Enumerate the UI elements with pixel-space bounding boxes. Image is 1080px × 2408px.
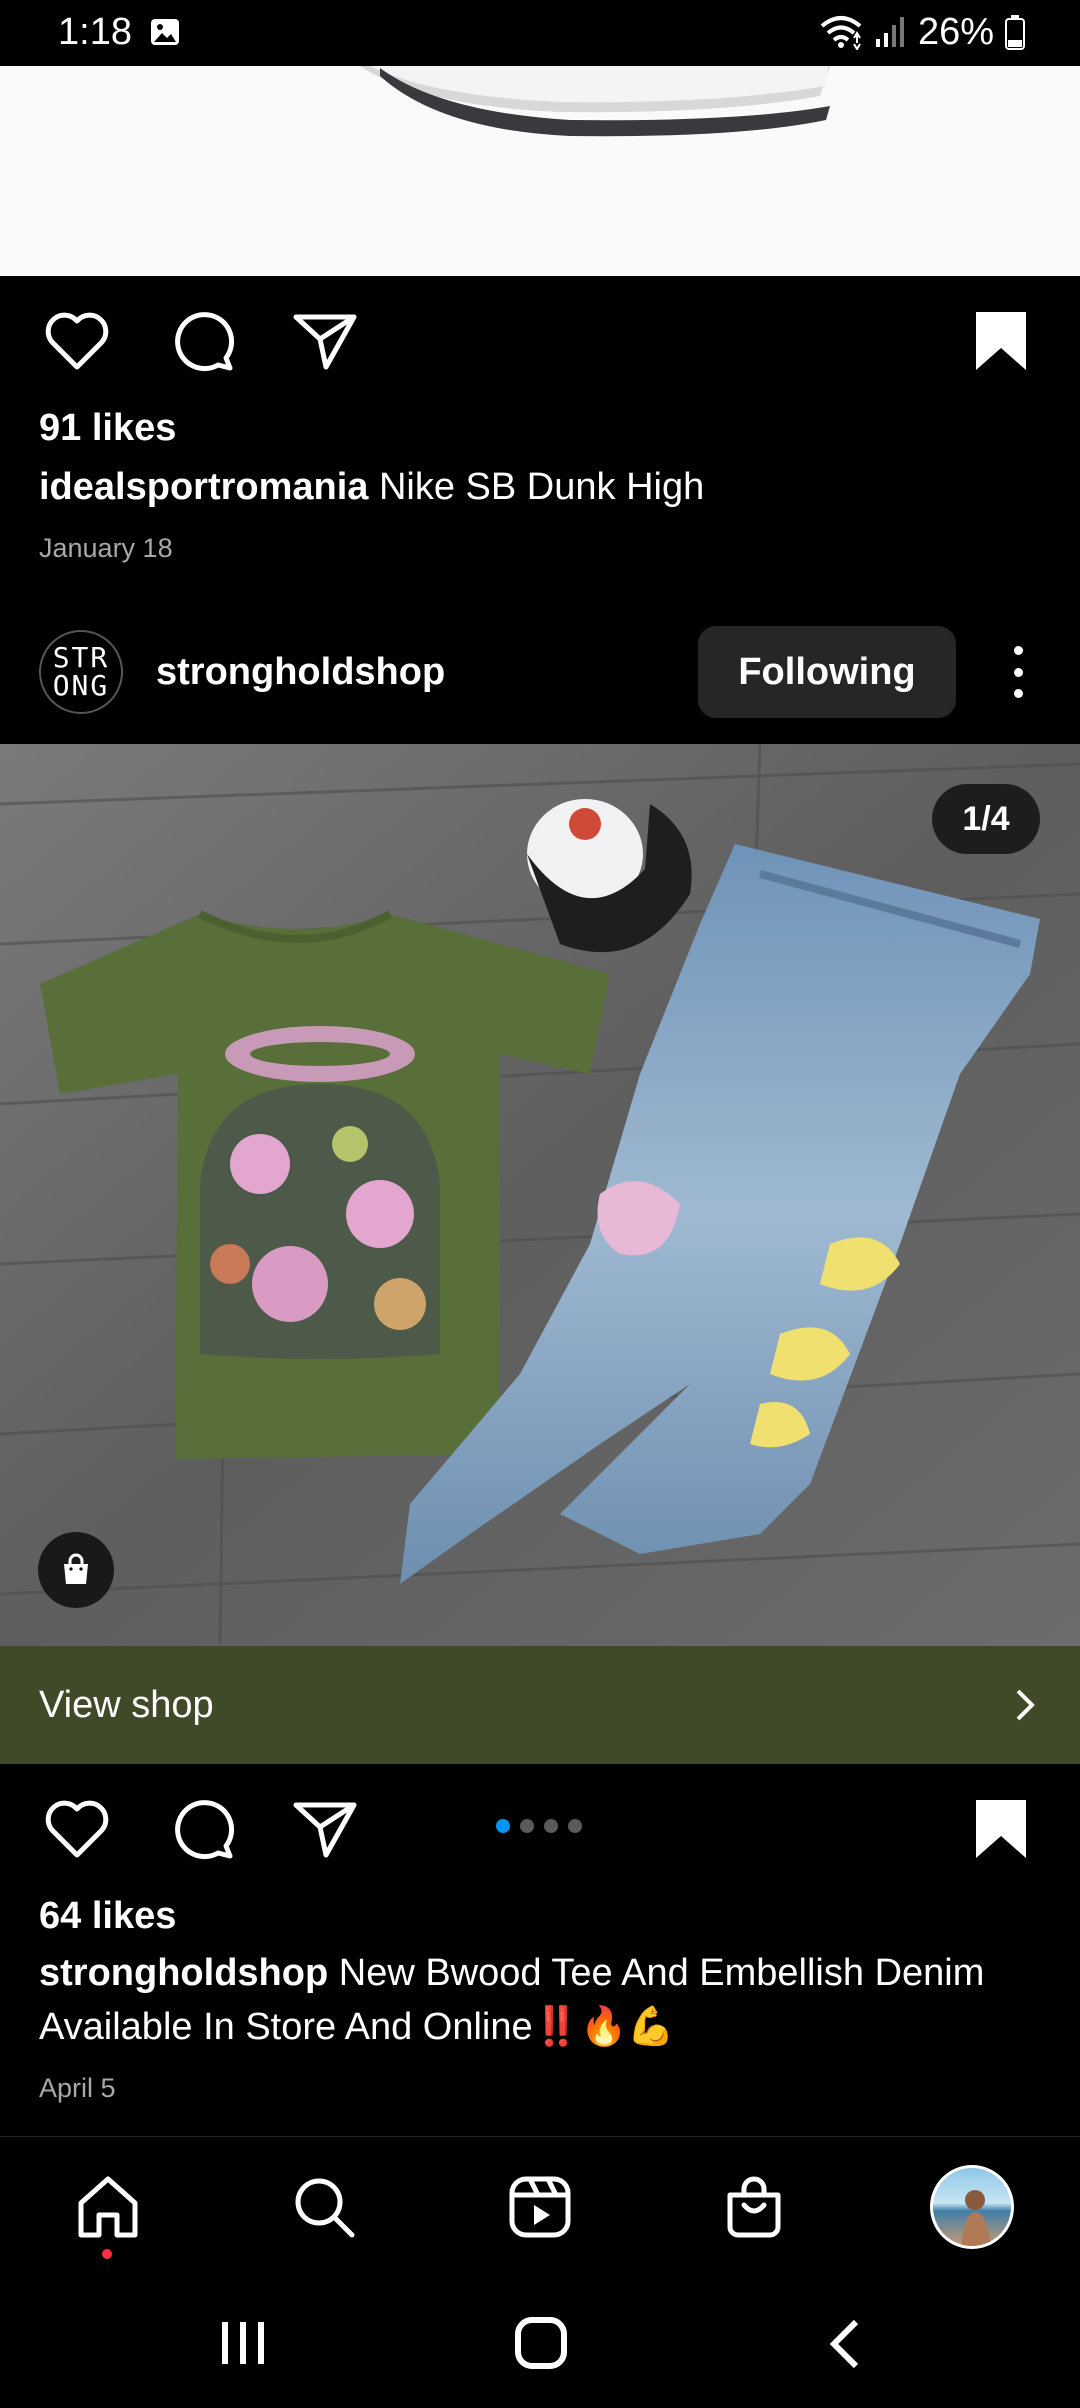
share-icon[interactable] [290,1794,360,1864]
bookmark-icon[interactable] [966,1794,1036,1864]
previous-post-likes[interactable]: 91 likes [39,404,176,452]
status-bar: 1:18 26% [0,0,1080,66]
carousel-dots [496,1819,582,1833]
previous-post-date: January 18 [39,533,173,563]
post-header: STR ONG strongholdshop Following [0,610,1080,734]
previous-post-image[interactable] [0,66,1080,276]
view-shop-label: View shop [39,1683,214,1726]
reels-icon[interactable] [500,2167,580,2247]
post-caption: strongholdshop New Bwood Tee And Embelli… [39,1946,1049,2054]
recent-apps-icon[interactable] [216,2316,272,2370]
post-image[interactable]: 1/4 [0,744,1080,1646]
gallery-icon [151,19,179,45]
profile-photo [961,2190,991,2246]
chevron-right-icon [1016,1689,1035,1721]
avatar-text-line2: ONG [52,669,110,702]
caption-username[interactable]: strongholdshop [39,1952,328,1994]
back-icon[interactable] [820,2316,872,2372]
signal-icon [875,17,904,47]
post-username[interactable]: strongholdshop [156,650,445,694]
system-navigation-bar [0,2276,1080,2408]
post-date: April 5 [39,2073,116,2103]
comment-icon[interactable] [168,306,238,376]
carousel-dot [520,1819,534,1833]
wifi-icon [820,16,862,50]
carousel-dot [568,1819,582,1833]
bookmark-icon[interactable] [966,306,1036,376]
status-right-group: 26% [818,10,1026,54]
heart-icon[interactable] [42,1794,112,1864]
following-button[interactable]: Following [698,626,956,718]
carousel-counter: 1/4 [932,784,1040,854]
previous-post-action-bar [0,276,1080,396]
avatar[interactable]: STR ONG [39,630,123,714]
search-icon[interactable] [284,2167,364,2247]
post-likes[interactable]: 64 likes [39,1892,176,1940]
view-shop-button[interactable]: View shop [0,1646,1080,1764]
shop-tag-icon[interactable] [38,1532,114,1608]
carousel-dot [544,1819,558,1833]
previous-post-caption: idealsportromania Nike SB Dunk High [39,460,1049,514]
battery-icon [1005,15,1025,50]
home-system-icon[interactable] [512,2316,572,2372]
outfit-photo [0,744,1080,1646]
shop-icon[interactable] [714,2167,794,2247]
more-options-icon[interactable] [1000,638,1036,706]
home-icon[interactable] [68,2167,148,2247]
status-time: 1:18 [58,11,132,53]
caption-text: Nike SB Dunk High [368,466,705,508]
comment-icon[interactable] [168,1794,238,1864]
bottom-navigation [0,2136,1080,2276]
avatar-text-line1: STR [52,641,110,674]
caption-username[interactable]: idealsportromania [39,466,368,508]
battery-percent: 26% [917,11,994,53]
sneaker-image [0,66,1080,276]
heart-icon[interactable] [42,306,112,376]
profile-avatar[interactable] [930,2165,1014,2249]
carousel-dot [496,1819,510,1833]
notification-dot [102,2249,112,2259]
share-icon[interactable] [290,306,360,376]
